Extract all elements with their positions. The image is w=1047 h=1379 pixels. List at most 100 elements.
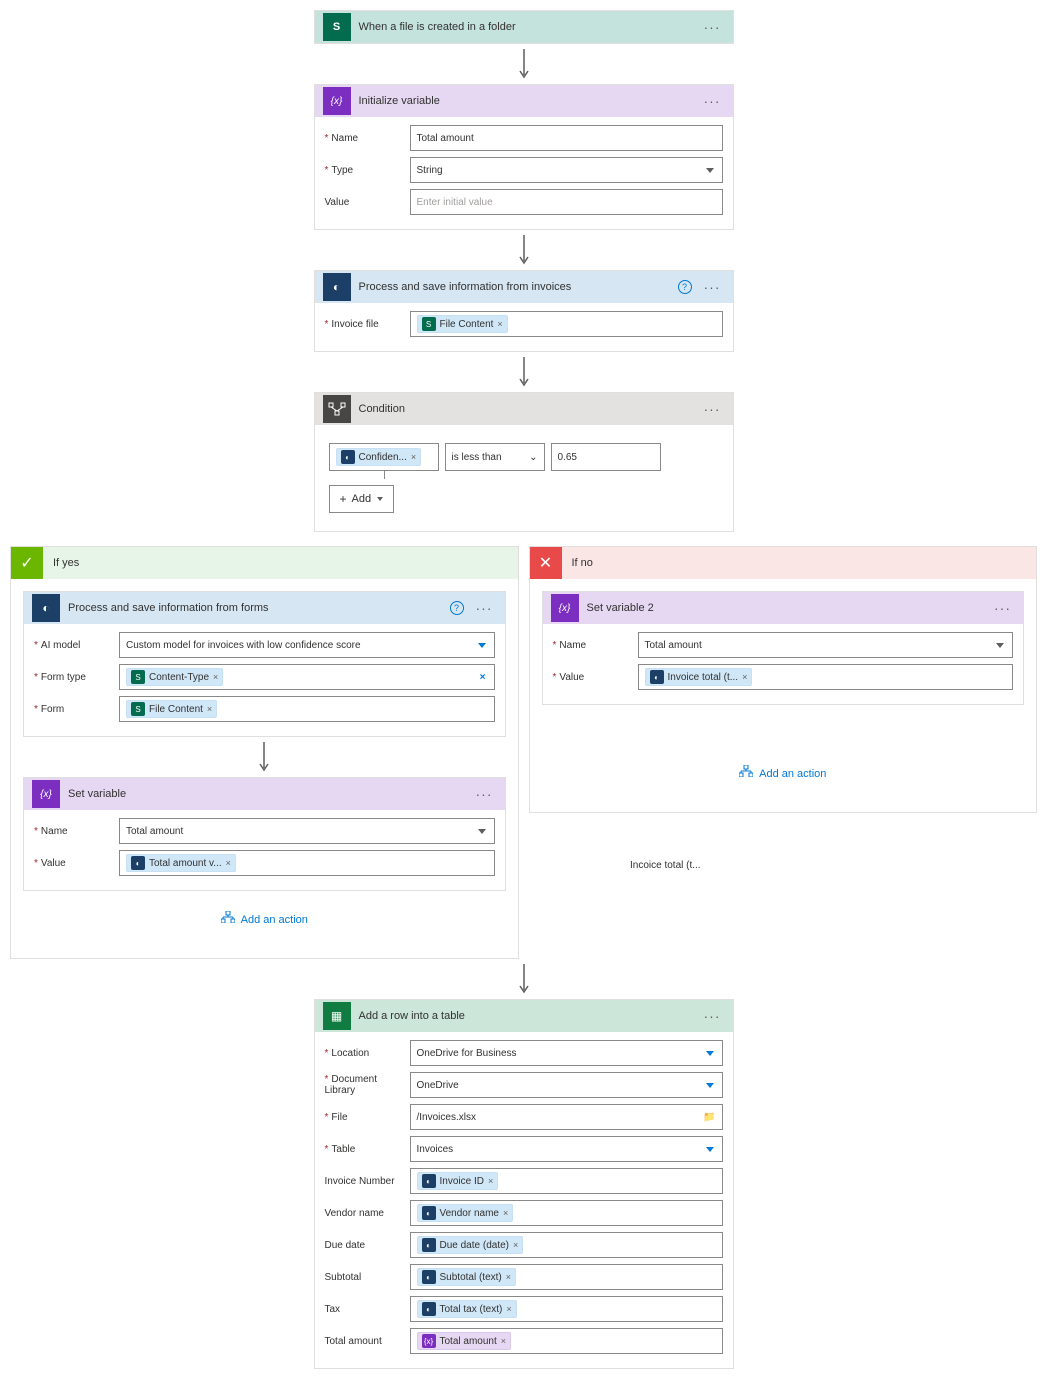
content-type-token[interactable]: SContent-Type×	[126, 668, 223, 686]
invoice-number-input[interactable]: ◐Invoice ID×	[410, 1168, 723, 1194]
add-action-button[interactable]: Add an action	[542, 745, 1025, 800]
condition-header[interactable]: Condition ···	[315, 393, 733, 425]
remove-token-icon[interactable]: ×	[207, 704, 212, 714]
name-select[interactable]: Total amount	[119, 818, 495, 844]
field-label: Vendor name	[325, 1208, 385, 1219]
type-select[interactable]: String	[410, 157, 723, 183]
file-content-token[interactable]: SFile Content×	[126, 700, 217, 718]
field-label: Form	[41, 704, 64, 715]
remove-token-icon[interactable]: ×	[506, 1304, 511, 1314]
field-label: Table	[331, 1144, 355, 1155]
confidence-token[interactable]: ◐Confiden...×	[336, 448, 422, 466]
checkmark-icon: ✓	[11, 547, 43, 579]
process-invoices-card: Process and save information from invoic…	[314, 270, 734, 352]
name-input[interactable]: Total amount	[410, 125, 723, 151]
remove-token-icon[interactable]: ×	[501, 1336, 506, 1346]
help-icon[interactable]: ?	[450, 601, 464, 615]
remove-token-icon[interactable]: ×	[742, 672, 747, 682]
variable-icon	[323, 87, 351, 115]
arrow-down-icon	[314, 959, 734, 999]
subtotal-token[interactable]: ◐Subtotal (text)×	[417, 1268, 517, 1286]
menu-icon[interactable]: ···	[700, 401, 725, 417]
vendor-name-token[interactable]: ◐Vendor name×	[417, 1204, 514, 1222]
duedate-input[interactable]: ◐Due date (date)×	[410, 1232, 723, 1258]
due-date-token[interactable]: ◐Due date (date)×	[417, 1236, 524, 1254]
ai-builder-icon	[32, 594, 60, 622]
location-select[interactable]: OneDrive for Business	[410, 1040, 723, 1066]
excel-icon	[323, 1002, 351, 1030]
set-variable2-card: Set variable 2 ··· *Name Total amount *V…	[542, 591, 1025, 705]
field-label: Value	[41, 858, 66, 869]
field-label: Value	[559, 672, 584, 683]
total-input[interactable]: {x}Total amount×	[410, 1328, 723, 1354]
field-label: Tax	[325, 1304, 341, 1315]
file-content-token[interactable]: SFile Content×	[417, 315, 508, 333]
help-icon[interactable]: ?	[678, 280, 692, 294]
vendor-input[interactable]: ◐Vendor name×	[410, 1200, 723, 1226]
add-action-icon	[739, 765, 753, 780]
remove-token-icon[interactable]: ×	[226, 858, 231, 868]
arrow-down-icon	[314, 352, 734, 392]
set-variable2-header[interactable]: Set variable 2 ···	[543, 592, 1024, 624]
field-label: Type	[331, 165, 353, 176]
menu-icon[interactable]: ···	[700, 279, 725, 295]
add-row-header[interactable]: Add a row into a table ···	[315, 1000, 733, 1032]
set-variable-card: Set variable ··· *Name Total amount *Val…	[23, 777, 506, 891]
table-select[interactable]: Invoices	[410, 1136, 723, 1162]
condition-operator-select[interactable]: is less than⌄	[445, 443, 545, 471]
subtotal-input[interactable]: ◐Subtotal (text)×	[410, 1264, 723, 1290]
condition-icon	[323, 395, 351, 423]
condition-right-input[interactable]: 0.65	[551, 443, 661, 471]
set-variable-header[interactable]: Set variable ···	[24, 778, 505, 810]
invoice-id-token[interactable]: ◐Invoice ID×	[417, 1172, 499, 1190]
ai-model-select[interactable]: Custom model for invoices with low confi…	[119, 632, 495, 658]
field-label: Form type	[41, 672, 86, 683]
add-condition-button[interactable]: +Add	[329, 485, 395, 513]
menu-icon[interactable]: ···	[990, 600, 1015, 616]
remove-token-icon[interactable]: ×	[506, 1272, 511, 1282]
field-label: Location	[331, 1048, 369, 1059]
init-variable-header[interactable]: Initialize variable ···	[315, 85, 733, 117]
menu-icon[interactable]: ···	[700, 93, 725, 109]
tax-token[interactable]: ◐Total tax (text)×	[417, 1300, 517, 1318]
value-input[interactable]: Enter initial value	[410, 189, 723, 215]
form-type-input[interactable]: SContent-Type× ×	[119, 664, 495, 690]
arrow-down-icon	[23, 737, 506, 777]
field-label: AI model	[41, 640, 80, 651]
total-amount-token[interactable]: ◐Total amount v...×	[126, 854, 236, 872]
condition-left-input[interactable]: ◐Confiden...×	[329, 443, 439, 471]
menu-icon[interactable]: ···	[472, 600, 497, 616]
add-row-card: Add a row into a table ··· *LocationOneD…	[314, 999, 734, 1369]
process-invoices-title: Process and save information from invoic…	[359, 281, 678, 293]
menu-icon[interactable]: ···	[472, 786, 497, 802]
trigger-card[interactable]: When a file is created in a folder ···	[314, 10, 734, 44]
total-amount-var-token[interactable]: {x}Total amount×	[417, 1332, 512, 1350]
remove-token-icon[interactable]: ×	[213, 672, 218, 682]
file-input[interactable]: /Invoices.xlsx	[410, 1104, 723, 1130]
variable-icon	[551, 594, 579, 622]
field-label: Due date	[325, 1240, 366, 1251]
remove-token-icon[interactable]: ×	[411, 452, 416, 462]
doclib-select[interactable]: OneDrive	[410, 1072, 723, 1098]
remove-token-icon[interactable]: ×	[488, 1176, 493, 1186]
menu-icon[interactable]: ···	[700, 19, 725, 35]
process-invoices-header[interactable]: Process and save information from invoic…	[315, 271, 733, 303]
field-label: Name	[559, 640, 586, 651]
remove-token-icon[interactable]: ×	[513, 1240, 518, 1250]
invoice-total-token[interactable]: ◐Invoice total (t...×	[645, 668, 753, 686]
remove-token-icon[interactable]: ×	[503, 1208, 508, 1218]
menu-icon[interactable]: ···	[700, 1008, 725, 1024]
clear-input-icon[interactable]: ×	[480, 672, 486, 683]
value-input[interactable]: ◐Invoice total (t...×	[638, 664, 1014, 690]
process-forms-header[interactable]: Process and save information from forms …	[24, 592, 505, 624]
field-label: Total amount	[325, 1336, 382, 1347]
tax-input[interactable]: ◐Total tax (text)×	[410, 1296, 723, 1322]
remove-token-icon[interactable]: ×	[497, 319, 502, 329]
add-action-button[interactable]: Add an action	[23, 891, 506, 946]
name-select[interactable]: Total amount	[638, 632, 1014, 658]
field-label: Subtotal	[325, 1272, 362, 1283]
form-input[interactable]: SFile Content×	[119, 696, 495, 722]
value-input[interactable]: ◐Total amount v...×	[119, 850, 495, 876]
stray-label: Incoice total (t...	[630, 860, 701, 871]
invoice-file-input[interactable]: SFile Content×	[410, 311, 723, 337]
